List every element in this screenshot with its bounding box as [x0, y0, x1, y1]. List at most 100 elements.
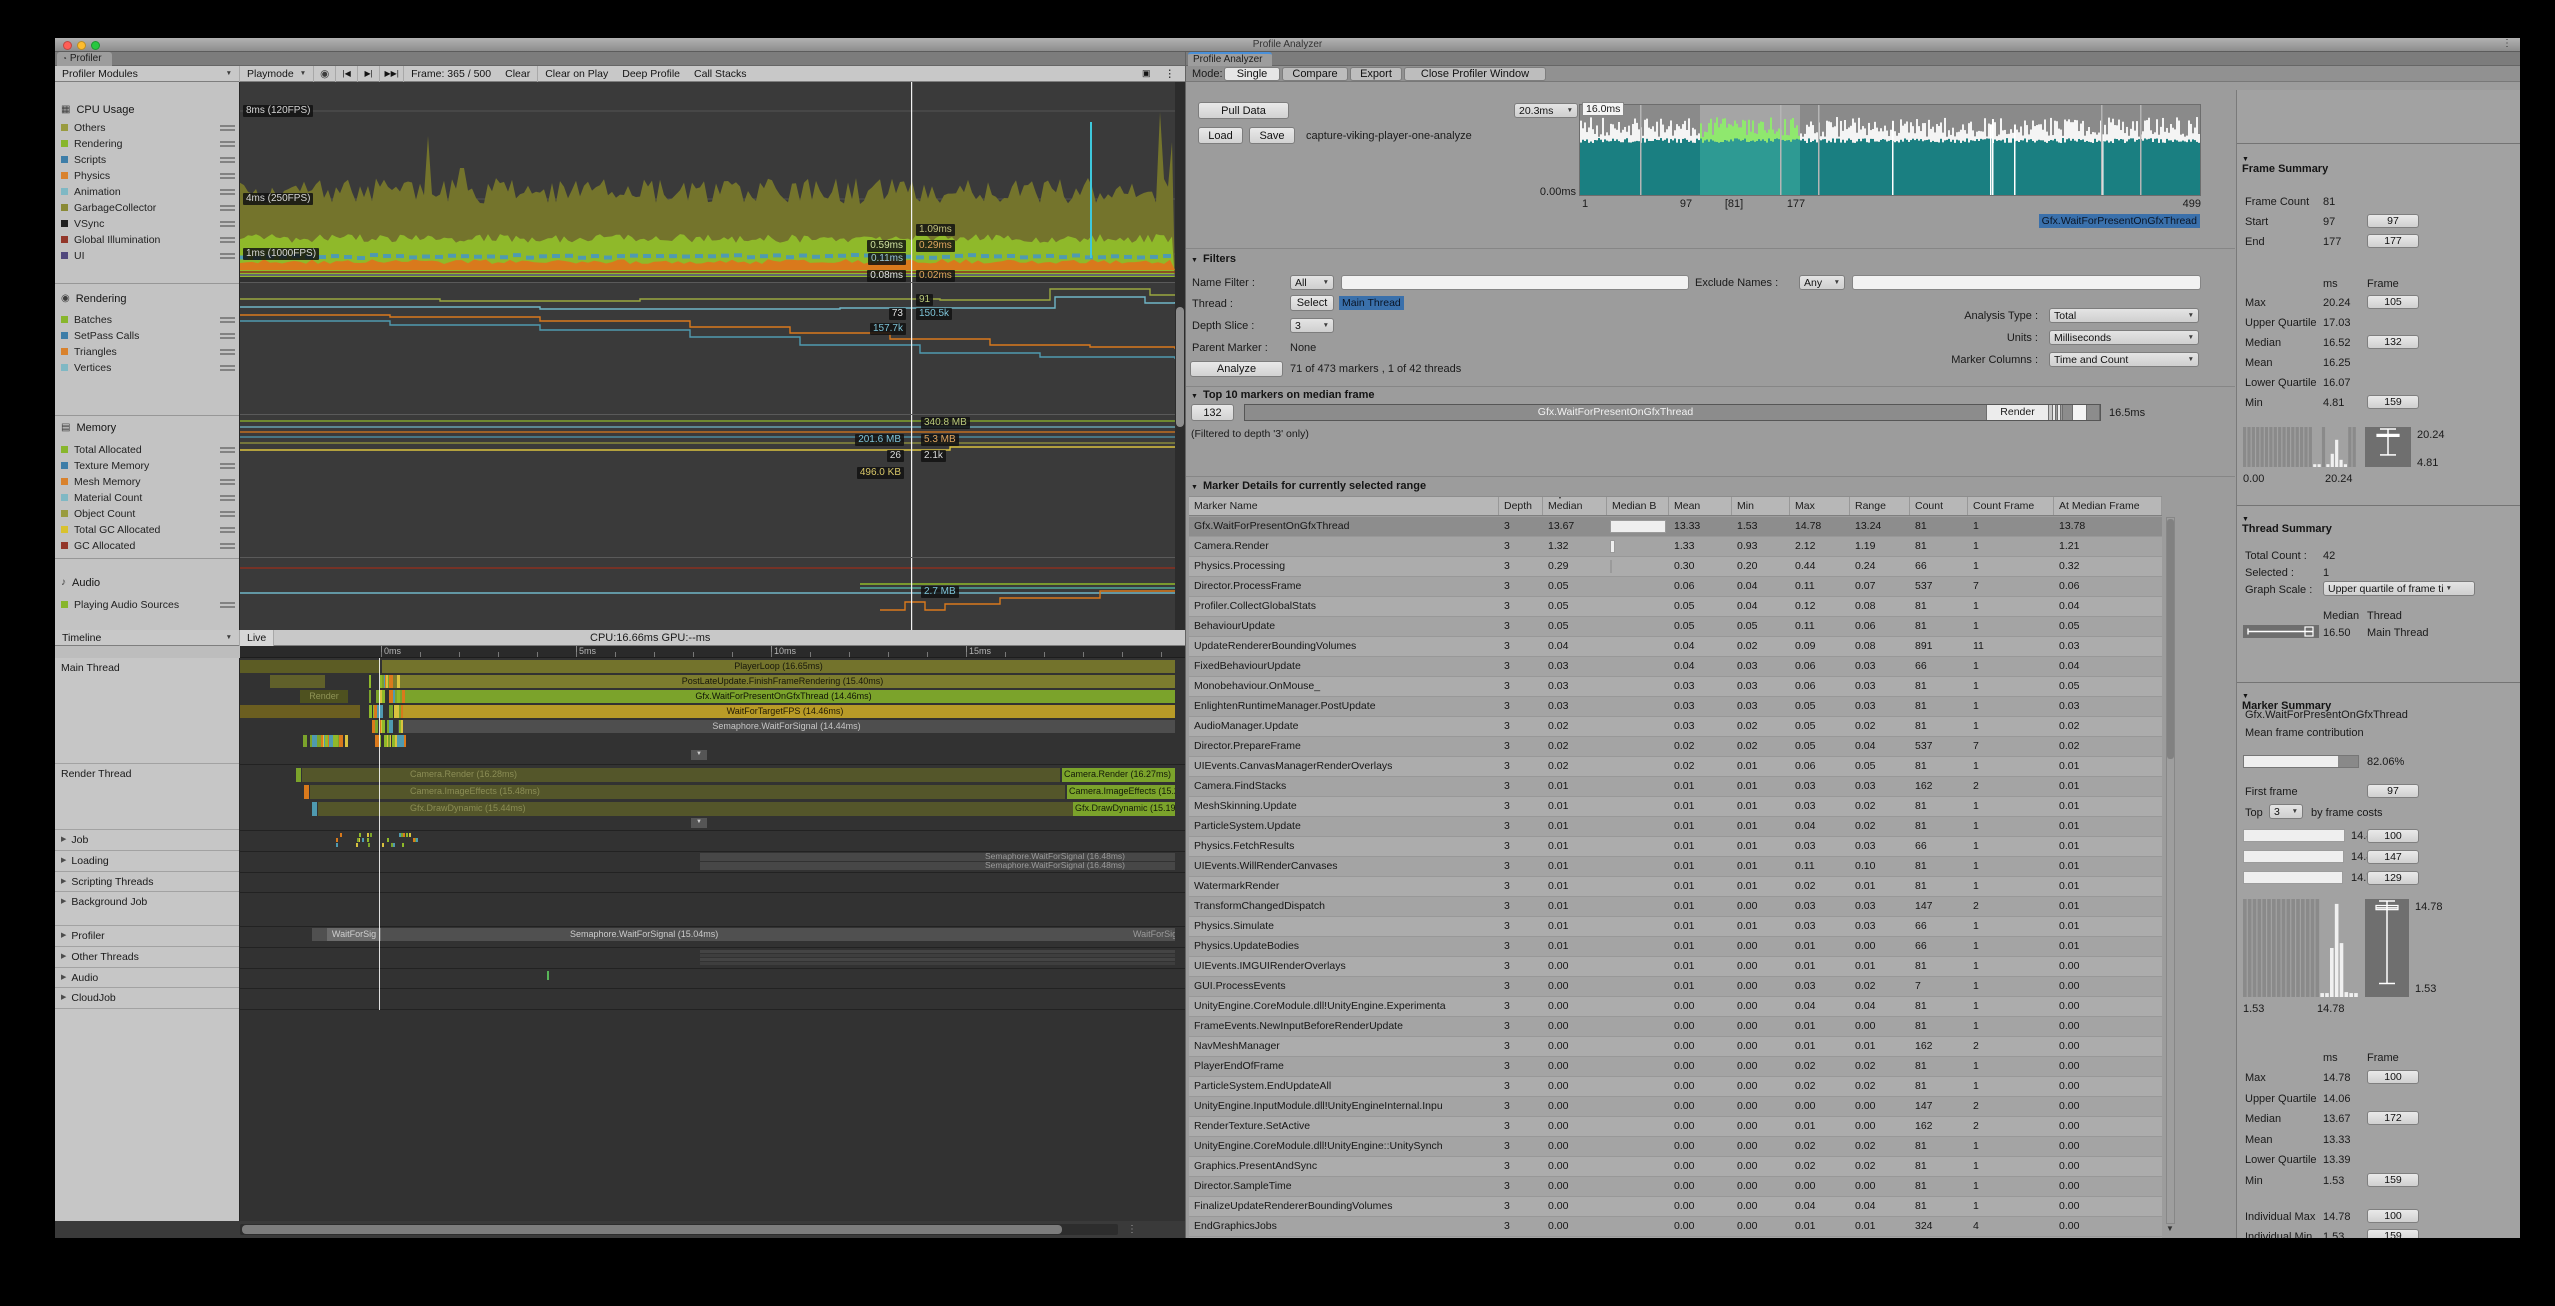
mini-span[interactable]: [388, 735, 390, 747]
mini-span[interactable]: [394, 705, 397, 718]
save-button[interactable]: Save: [1249, 127, 1295, 144]
clear-button[interactable]: Clear: [498, 66, 538, 82]
timeline-canvas[interactable]: PlayerLoop (16.65ms)PostLateUpdate.Finis…: [240, 658, 1185, 1221]
top10-segment[interactable]: [2073, 405, 2087, 420]
mini-span[interactable]: [416, 838, 418, 842]
marker-table-body[interactable]: Gfx.WaitForPresentOnGfxThread313.6713.33…: [1189, 517, 2162, 1238]
column-header-mean[interactable]: Mean: [1669, 497, 1732, 515]
drag-handle[interactable]: [220, 205, 235, 211]
table-row[interactable]: Physics.UpdateBodies30.010.010.000.010.0…: [1189, 937, 2162, 957]
top10-median-frame-box[interactable]: 132: [1191, 404, 1234, 421]
table-row[interactable]: EndGraphicsJobs30.000.000.000.010.013244…: [1189, 1217, 2162, 1237]
rendering-chart[interactable]: 9173150.5k157.7k: [240, 283, 1175, 415]
span-gfx-waitforpresent[interactable]: Gfx.WaitForPresentOnGfxThread (14.46ms): [392, 690, 1175, 703]
analysis-type-dropdown[interactable]: Total▼: [2049, 308, 2199, 323]
span-profiler-semaphore[interactable]: Semaphore.WaitForSignal (15.04ms)WaitFor…: [312, 928, 1175, 941]
memory-chart[interactable]: 340.8 MB201.6 MB5.3 MB262.1k496.0 KB: [240, 415, 1175, 558]
mini-span[interactable]: [304, 785, 309, 799]
table-row[interactable]: UnityEngine.InputModule.dll!UnityEngineI…: [1189, 1097, 2162, 1117]
thread-row-profiler[interactable]: ▶Profiler: [55, 926, 239, 947]
module-item[interactable]: Object Count: [61, 506, 235, 521]
table-row[interactable]: MeshSkinning.Update30.010.010.010.030.02…: [1189, 797, 2162, 817]
titlebar[interactable]: Profile Analyzer ⋮: [55, 38, 2520, 52]
thread-row-render-thread[interactable]: Render Thread: [55, 764, 239, 830]
mini-span[interactable]: [367, 838, 369, 842]
column-header-count[interactable]: Count: [1910, 497, 1968, 515]
span-render-next[interactable]: Gfx.DrawDynamic (15.19ms): [1073, 802, 1175, 816]
thread-select-button[interactable]: Select: [1290, 295, 1334, 311]
module-item[interactable]: Total Allocated: [61, 442, 235, 457]
marker-columns-dropdown[interactable]: Time and Count▼: [2049, 352, 2199, 367]
span-render-prev[interactable]: Camera.ImageEffects (15.48ms): [310, 785, 1065, 799]
exclude-mode-dropdown[interactable]: Any▼: [1799, 275, 1845, 290]
table-row[interactable]: TransformChangedDispatch30.010.010.000.0…: [1189, 897, 2162, 917]
mini-span[interactable]: [303, 735, 307, 747]
module-item[interactable]: UI: [61, 248, 235, 263]
current-frame-button[interactable]: ▶▶|: [380, 66, 404, 82]
table-row[interactable]: NavMeshManager30.000.000.000.010.0116220…: [1189, 1037, 2162, 1057]
frame-jump-button[interactable]: 97: [2367, 784, 2419, 798]
marker-details-header[interactable]: ▼Marker Details for currently selected r…: [1191, 480, 1426, 492]
cpu-usage-chart[interactable]: 8ms (120FPS)4ms (250FPS)1ms (1000FPS)1.0…: [240, 82, 1175, 283]
module-item[interactable]: Physics: [61, 168, 235, 183]
mini-span[interactable]: [399, 833, 401, 837]
table-row[interactable]: Monobehaviour.OnMouse_30.030.030.030.060…: [1189, 677, 2162, 697]
filters-header[interactable]: ▼Filters: [1191, 253, 1236, 265]
mini-span[interactable]: [402, 690, 406, 703]
mini-span[interactable]: [391, 843, 393, 847]
frame-jump-button[interactable]: 159: [2367, 1173, 2419, 1187]
span-waitforsig[interactable]: WaitForSig: [327, 928, 381, 941]
foldout-arrow-icon[interactable]: ▶: [61, 952, 66, 960]
table-row[interactable]: Camera.FindStacks30.010.010.010.030.0316…: [1189, 777, 2162, 797]
mini-span[interactable]: [369, 690, 371, 703]
drag-handle[interactable]: [220, 333, 235, 339]
analyze-button[interactable]: Analyze: [1190, 361, 1283, 377]
foldout-arrow-icon[interactable]: ▶: [61, 856, 66, 864]
profiler-modules-dropdown[interactable]: Profiler Modules▼: [55, 66, 240, 82]
frame-jump-button[interactable]: 159: [2367, 395, 2419, 409]
mini-span[interactable]: [356, 843, 358, 847]
table-row[interactable]: ParticleSystem.EndUpdateAll30.000.000.00…: [1189, 1077, 2162, 1097]
tab-profiler[interactable]: ◔Profiler: [57, 52, 112, 66]
module-item[interactable]: Texture Memory: [61, 458, 235, 473]
marker-table-header[interactable]: Marker NameDepthMedian▼Median BMeanMinMa…: [1189, 496, 2162, 516]
mode-single-button[interactable]: Single: [1224, 67, 1280, 81]
clear-on-play-toggle[interactable]: Clear on Play: [538, 66, 615, 82]
mini-span[interactable]: [389, 690, 392, 703]
table-row[interactable]: UIEvents.IMGUIRenderOverlays30.000.010.0…: [1189, 957, 2162, 977]
table-row[interactable]: Camera.Render31.321.330.932.121.198111.2…: [1189, 537, 2162, 557]
mini-span[interactable]: [382, 690, 384, 703]
foldout-arrow-icon[interactable]: ▶: [61, 897, 66, 905]
mini-span[interactable]: [390, 720, 393, 733]
frame-jump-button[interactable]: 159: [2367, 1229, 2419, 1238]
table-row[interactable]: UIEvents.CanvasManagerRenderOverlays30.0…: [1189, 757, 2162, 777]
table-row[interactable]: AudioManager.Update30.020.030.020.050.02…: [1189, 717, 2162, 737]
table-row[interactable]: WatermarkRender30.010.010.010.020.018110…: [1189, 877, 2162, 897]
module-header-memory[interactable]: ▤Memory: [61, 420, 235, 435]
other-thread-strip[interactable]: [700, 962, 1175, 965]
top-n-dropdown[interactable]: 3▼: [2269, 804, 2303, 819]
table-row[interactable]: UIEvents.WillRenderCanvases30.010.010.01…: [1189, 857, 2162, 877]
mini-span[interactable]: [402, 843, 404, 847]
tab-profile-analyzer[interactable]: Profile Analyzer: [1188, 52, 1272, 66]
span-render-next[interactable]: Camera.ImageEffects (15.26ms): [1067, 785, 1175, 799]
drag-handle[interactable]: [220, 365, 235, 371]
thread-row-cloudjob[interactable]: ▶CloudJob: [55, 988, 239, 1009]
mini-span[interactable]: [296, 768, 301, 782]
top10-segment[interactable]: [2063, 405, 2073, 420]
frame-time-chart[interactable]: [1579, 104, 2201, 196]
drag-handle[interactable]: [220, 173, 235, 179]
foldout-arrow-icon[interactable]: ▶: [61, 931, 66, 939]
table-row[interactable]: Director.PrepareFrame30.020.020.020.050.…: [1189, 737, 2162, 757]
table-row[interactable]: BehaviourUpdate30.050.050.050.110.068110…: [1189, 617, 2162, 637]
span-render-prev[interactable]: Gfx.DrawDynamic (15.44ms): [318, 802, 1073, 816]
thread-row-job[interactable]: ▶Job: [55, 830, 239, 851]
mini-span[interactable]: [382, 720, 385, 733]
module-item[interactable]: Playing Audio Sources: [61, 597, 235, 612]
mini-span[interactable]: [397, 675, 400, 688]
table-row[interactable]: Physics.Processing30.290.300.200.440.246…: [1189, 557, 2162, 577]
drag-handle[interactable]: [220, 511, 235, 517]
table-row[interactable]: FrameEvents.NewInputBeforeRenderUpdate30…: [1189, 1017, 2162, 1037]
frame-jump-button[interactable]: 147: [2367, 850, 2419, 864]
thread-row-other-threads[interactable]: ▶Other Threads: [55, 947, 239, 968]
